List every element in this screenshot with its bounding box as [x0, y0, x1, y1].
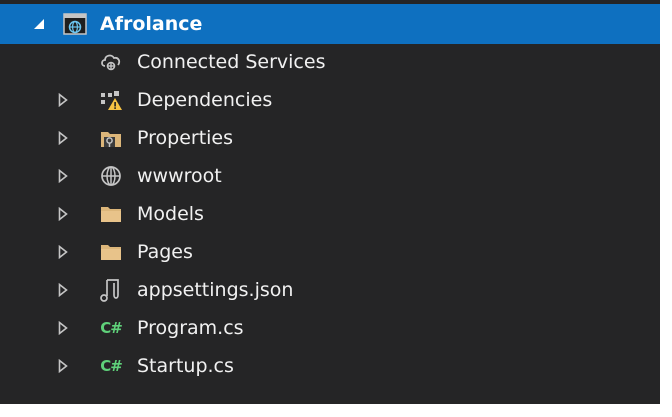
tree-item-label: Properties [137, 127, 234, 149]
tree-item-properties[interactable]: Properties [0, 119, 660, 157]
tree-item-dependencies[interactable]: Dependencies [0, 81, 660, 119]
tree-item-label: Startup.cs [137, 355, 234, 377]
tree-item-label: Program.cs [137, 317, 244, 339]
json-file-icon [98, 277, 124, 303]
folder-icon [98, 201, 124, 227]
expand-arrow-icon[interactable] [56, 282, 70, 298]
properties-folder-icon [98, 125, 124, 151]
csharp-badge: C# [100, 357, 123, 375]
csharp-badge: C# [100, 319, 123, 337]
tree-item-label: Afrolance [100, 13, 203, 35]
collapse-arrow-icon[interactable] [32, 17, 46, 31]
tree-item-wwwroot[interactable]: wwwroot [0, 157, 660, 195]
tree-item-afrolance[interactable]: Afrolance [0, 4, 660, 44]
csharp-file-icon: C# [98, 315, 124, 341]
tree-item-label: Connected Services [137, 51, 326, 73]
expand-arrow-icon[interactable] [56, 358, 70, 374]
csharp-file-icon: C# [98, 353, 124, 379]
tree-item-startup-cs[interactable]: C# Startup.cs [0, 347, 660, 385]
tree-item-program-cs[interactable]: C# Program.cs [0, 309, 660, 347]
tree-item-connected-services[interactable]: Connected Services [0, 43, 660, 81]
tree-item-models[interactable]: Models [0, 195, 660, 233]
expand-arrow-icon[interactable] [56, 320, 70, 336]
tree-item-label: wwwroot [137, 165, 222, 187]
tree-item-label: Models [137, 203, 204, 225]
globe-icon [98, 163, 124, 189]
dependencies-warning-icon [98, 87, 124, 113]
expand-arrow-icon[interactable] [56, 130, 70, 146]
folder-icon [98, 239, 124, 265]
tree-item-label: appsettings.json [137, 279, 294, 301]
expand-arrow-icon[interactable] [56, 206, 70, 222]
web-project-icon [62, 11, 88, 37]
expand-arrow-icon[interactable] [56, 92, 70, 108]
tree-item-appsettings-json[interactable]: appsettings.json [0, 271, 660, 309]
solution-explorer: Afrolance Connected Services Dependencie… [0, 0, 660, 404]
tree-item-label: Pages [137, 241, 193, 263]
connected-services-icon [98, 49, 124, 75]
tree-item-pages[interactable]: Pages [0, 233, 660, 271]
expand-arrow-icon[interactable] [56, 244, 70, 260]
expand-arrow-icon[interactable] [56, 168, 70, 184]
tree-item-label: Dependencies [137, 89, 273, 111]
